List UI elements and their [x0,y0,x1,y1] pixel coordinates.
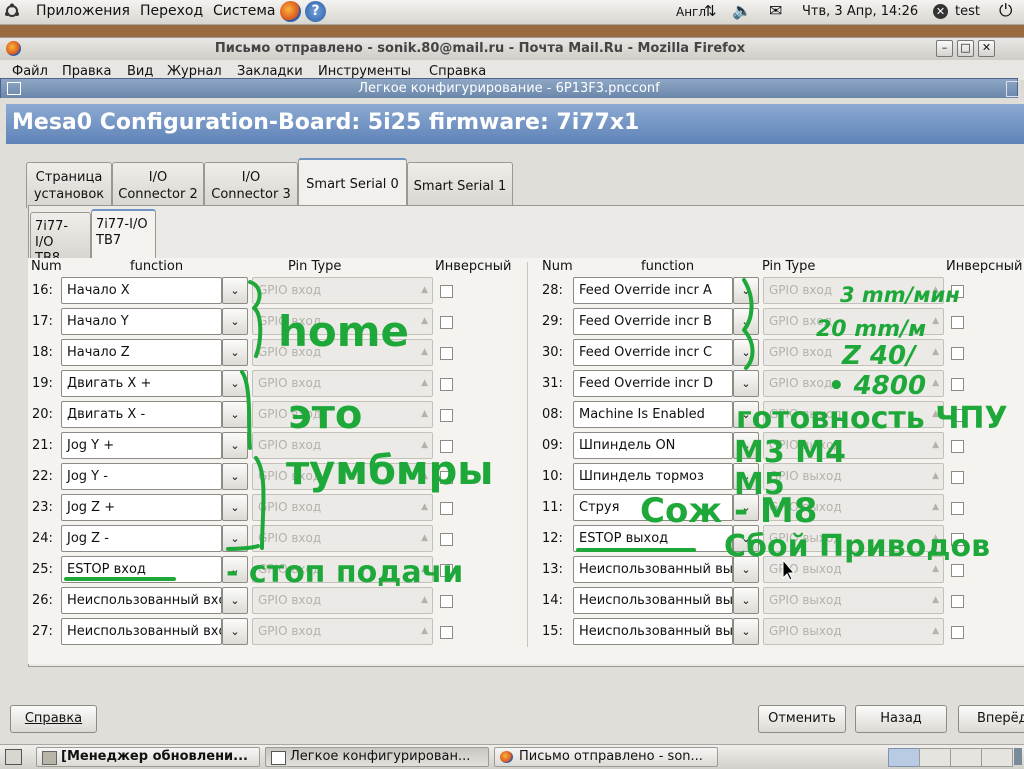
annotation-sozh: Сож - М8 [640,491,817,531]
annotation-rate-4: • 4800 [828,371,926,401]
annotation-rate-3: Z 40/ [841,341,918,371]
annotation-gotovnost: готовность ЧПУ [736,401,1008,436]
brace-tumblery [254,456,266,550]
brace-tail [226,544,260,551]
brace-home [248,280,263,358]
brace-feed-override [742,278,755,370]
annotation-eto: это [288,392,362,438]
annotation-home: home [278,307,409,356]
annotation-stop: - стоп подачи [226,555,463,590]
brace-eto [240,370,252,450]
annotation-m3m4: М3 М4 [734,435,846,470]
handwritten-annotations: home это тумбмры - стоп подачи 3 mm/мин … [64,278,1008,590]
annotation-rate-2: 20 mm/м [816,317,926,342]
annotation-tumblery: тумбмры [286,448,493,494]
annotation-rate-1: 3 mm/мин [840,283,960,307]
annotation-sboi: Сбой Приводов [724,529,990,564]
